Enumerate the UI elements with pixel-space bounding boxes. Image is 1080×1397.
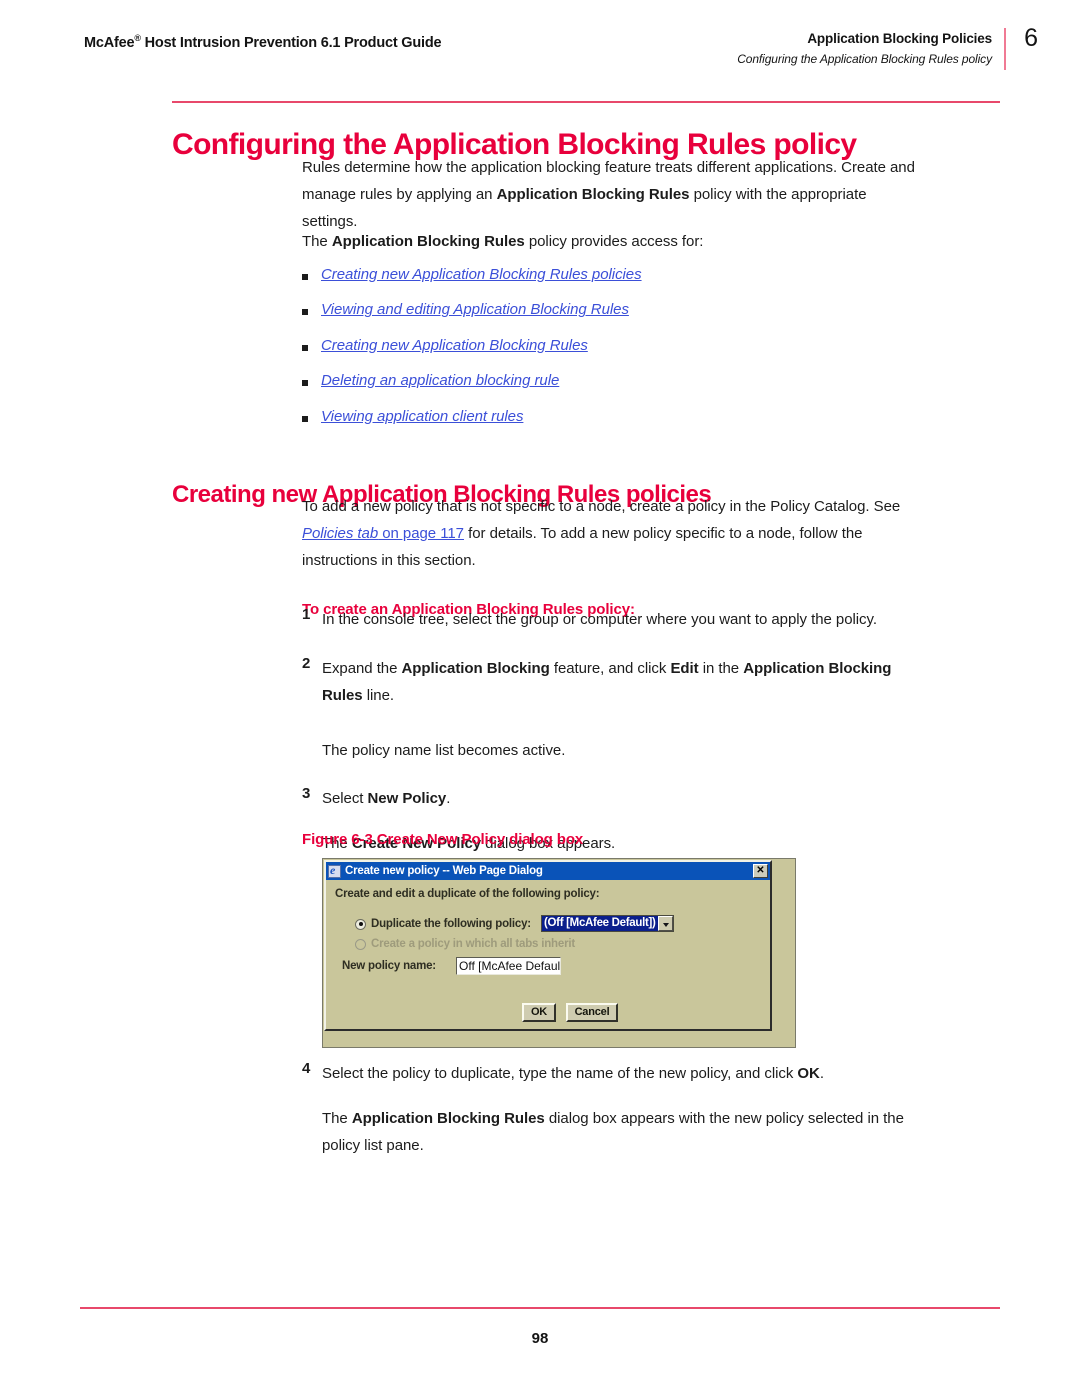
step4-seg-1: OK (797, 1065, 820, 1082)
step2-seg-3: Edit (670, 659, 699, 677)
step-spacer (302, 634, 922, 655)
footer-horizontal-rule (80, 1307, 1000, 1310)
step3-seg-1: New Policy (367, 790, 447, 807)
square-bullet-icon (302, 415, 308, 422)
dialog-window: Create new policy -- Web Page Dialog ✕ C… (324, 860, 772, 1031)
square-bullet-icon (302, 274, 308, 280)
step1-text: In the console tree, select the group or… (322, 611, 877, 628)
procedure-step: 2 Expand the Application Blocking featur… (302, 655, 922, 710)
header-chapter-number: 6 (1024, 24, 1038, 52)
chevron-down-icon[interactable] (657, 916, 673, 931)
step3-seg-0: Select (322, 790, 368, 807)
step-text: Select New Policy. (322, 785, 922, 813)
step4-note-a: The (322, 1109, 352, 1127)
header-chapter-title: Application Blocking Policies (807, 31, 992, 46)
link-viewing-editing-abr[interactable]: Viewing and editing Application Blocking… (321, 299, 629, 321)
list-item[interactable]: Creating new Application Blocking Rules (302, 335, 942, 370)
square-bullet-icon (302, 309, 308, 316)
link-deleting-abr[interactable]: Deleting an application blocking rule (321, 370, 559, 392)
intro-paragraph-1: Rules determine how the application bloc… (302, 154, 916, 235)
step-spacer (302, 764, 922, 785)
document-page: McAfee® Host Intrusion Prevention 6.1 Pr… (0, 0, 1080, 1397)
step-spacer (302, 710, 922, 737)
square-bullet-icon (302, 344, 308, 351)
step-number: 2 (302, 654, 311, 672)
step-number: 4 (302, 1060, 311, 1077)
intro-p1-bold: Application Blocking Rules (496, 186, 690, 203)
step3-seg-2: . (446, 790, 451, 807)
intro-p2-part-a: The (302, 233, 332, 250)
list-item[interactable]: Creating new Application Blocking Rules … (302, 264, 942, 299)
header-right-block: Application Blocking Policies Configurin… (552, 30, 992, 68)
step2-result-note: The policy name list becomes active. (322, 737, 922, 765)
step-text: Select the policy to duplicate, type the… (322, 1060, 922, 1088)
intro-p2-part-c: policy provides access for: (524, 233, 704, 250)
step4-seg-0: Select the policy to duplicate, type the… (322, 1065, 798, 1082)
step2-seg-0: Expand the (322, 659, 402, 677)
procedure-steps-list-continued: 4 Select the policy to duplicate, type t… (302, 1060, 922, 1160)
intro-p2-bold: Application Blocking Rules (331, 233, 525, 250)
cross-reference-list: Creating new Application Blocking Rules … (302, 264, 942, 441)
policy-select-value: (Off [McAfee Default]) (542, 916, 658, 931)
policy-select-dropdown[interactable]: (Off [McAfee Default]) (541, 915, 674, 932)
step2-note-text: The policy name list becomes active. (322, 741, 566, 759)
dialog-title: Create new policy -- Web Page Dialog (345, 865, 543, 877)
running-header: McAfee® Host Intrusion Prevention 6.1 Pr… (0, 0, 1080, 90)
link-policies-tab-page[interactable]: on page 117 (378, 525, 464, 542)
radio-button-icon (355, 938, 366, 950)
close-icon[interactable]: ✕ (753, 864, 768, 878)
step-number: 1 (302, 606, 311, 623)
intro-paragraph-2: The Application Blocking Rules policy pr… (302, 228, 916, 255)
link-creating-new-abr-policies[interactable]: Creating new Application Blocking Rules … (321, 264, 642, 286)
radio-duplicate-policy[interactable]: Duplicate the following policy: (355, 918, 531, 930)
list-item[interactable]: Deleting an application blocking rule (302, 370, 942, 405)
link-viewing-client-rules[interactable]: Viewing application client rules (321, 406, 523, 428)
procedure-step: 1 In the console tree, select the group … (302, 606, 922, 634)
step-text: In the console tree, select the group or… (322, 606, 922, 634)
link-creating-new-abr[interactable]: Creating new Application Blocking Rules (321, 335, 588, 357)
procedure-step: 3 Select New Policy. (302, 785, 922, 813)
header-product-title: McAfee® Host Intrusion Prevention 6.1 Pr… (84, 33, 442, 51)
step-spacer (302, 813, 922, 830)
step2-seg-1: Application Blocking (401, 659, 550, 677)
step4-note-b: Application Blocking Rules (351, 1109, 545, 1127)
section2-intro-paragraph: To add a new policy that is not specific… (302, 493, 916, 574)
step-text: Expand the Application Blocking feature,… (322, 655, 922, 710)
step2-seg-6: line. (362, 687, 394, 704)
procedure-steps-list: 1 In the console tree, select the group … (302, 606, 922, 857)
page-number: 98 (531, 1330, 549, 1347)
step4-seg-2: . (819, 1065, 824, 1082)
header-horizontal-rule (172, 101, 1000, 104)
step-number: 3 (302, 785, 311, 802)
square-bullet-icon (302, 380, 308, 387)
figure-create-new-policy-dialog: Create new policy -- Web Page Dialog ✕ C… (322, 858, 796, 1048)
dialog-titlebar[interactable]: Create new policy -- Web Page Dialog ✕ (326, 862, 770, 880)
list-item[interactable]: Viewing application client rules (302, 406, 942, 441)
header-product-title-rest: Host Intrusion Prevention 6.1 Product Gu… (140, 34, 442, 51)
internet-explorer-icon (328, 863, 341, 878)
ok-button[interactable]: OK (522, 1003, 556, 1022)
header-section-title: Configuring the Application Blocking Rul… (737, 52, 992, 66)
radio-duplicate-policy-label: Duplicate the following policy: (371, 918, 531, 930)
dialog-prompt-label: Create and edit a duplicate of the follo… (335, 888, 600, 900)
dialog-body: Create and edit a duplicate of the follo… (326, 880, 770, 1029)
header-vertical-rule (1003, 28, 1006, 70)
procedure-step: 4 Select the policy to duplicate, type t… (302, 1060, 922, 1088)
step2-seg-4: in the (698, 659, 744, 677)
cancel-button[interactable]: Cancel (566, 1003, 618, 1022)
step4-result-note: The Application Blocking Rules dialog bo… (322, 1105, 922, 1160)
radio-inherit-tabs-label: Create a policy in which all tabs inheri… (371, 938, 575, 950)
radio-button-icon[interactable] (355, 918, 366, 930)
link-policies-tab[interactable]: Policies tab (302, 525, 378, 542)
figure-caption: Figure 6-3 Create New Policy dialog box (302, 831, 584, 848)
new-policy-name-input[interactable]: Off [McAfee Default] (456, 957, 561, 975)
section2-intro-a: To add a new policy that is not specific… (302, 498, 901, 515)
header-product-name: McAfee (84, 34, 135, 51)
list-item[interactable]: Viewing and editing Application Blocking… (302, 299, 942, 334)
radio-inherit-tabs: Create a policy in which all tabs inheri… (355, 938, 575, 950)
step2-seg-2: feature, and click (549, 659, 671, 677)
new-policy-name-label: New policy name: (342, 960, 436, 972)
step-spacer (302, 1088, 922, 1105)
